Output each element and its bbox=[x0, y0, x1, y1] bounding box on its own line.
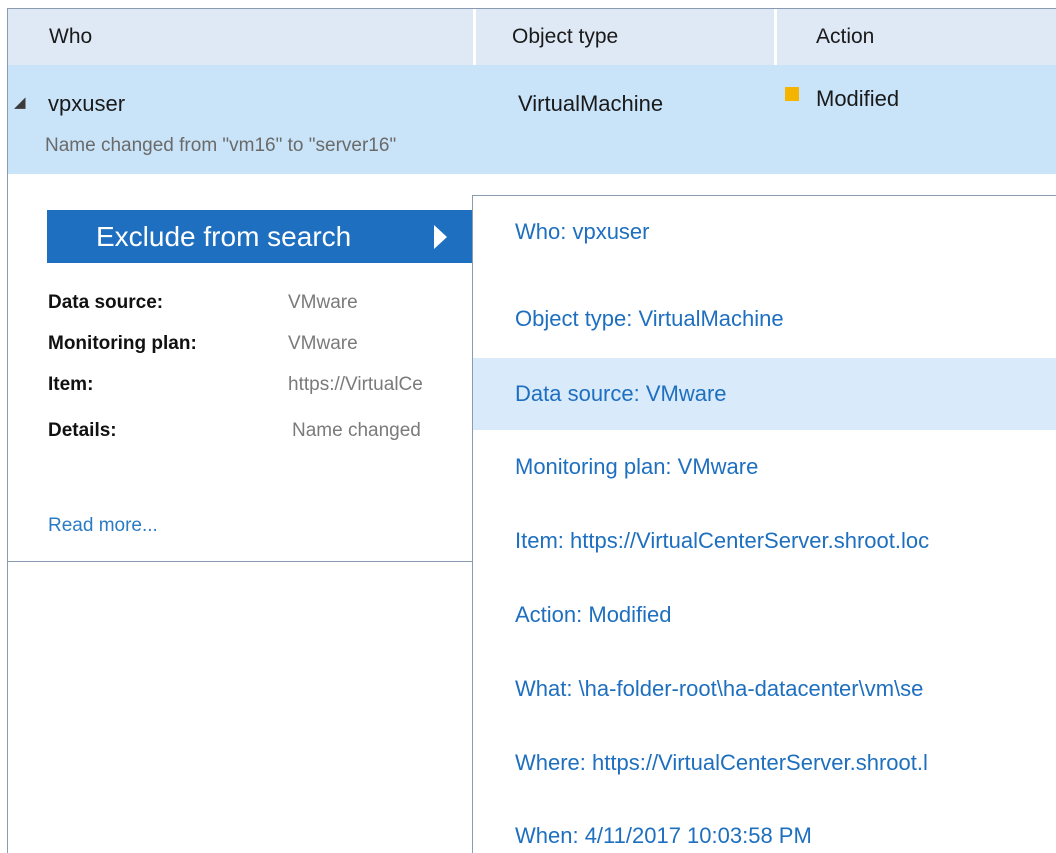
menu-item-when[interactable]: When: 4/11/2017 10:03:58 PM bbox=[473, 800, 1056, 853]
menu-item-data-source[interactable]: Data source: VMware bbox=[473, 358, 1056, 430]
row-detail-panel: Exclude from search Data source: VMware … bbox=[8, 174, 473, 562]
column-separator[interactable] bbox=[774, 9, 777, 65]
column-header-who[interactable]: Who bbox=[49, 9, 92, 65]
grid-header: Who Object type Action bbox=[8, 9, 1056, 66]
column-separator[interactable] bbox=[473, 9, 476, 65]
field-value: VMware bbox=[288, 292, 358, 313]
column-header-object-type[interactable]: Object type bbox=[512, 9, 618, 65]
menu-item-who[interactable]: Who: vpxuser bbox=[473, 196, 1056, 268]
field-value: https://VirtualCe bbox=[288, 374, 423, 395]
row-description: Name changed from "vm16" to "server16" bbox=[45, 135, 397, 156]
field-value: VMware bbox=[288, 333, 358, 354]
field-label: Monitoring plan: bbox=[48, 333, 197, 354]
menu-item-item[interactable]: Item: https://VirtualCenterServer.shroot… bbox=[473, 505, 1056, 577]
exclude-from-search-button[interactable]: Exclude from search bbox=[47, 210, 473, 263]
field-label: Details: bbox=[48, 420, 117, 441]
menu-item-what[interactable]: What: \ha-folder-root\ha-datacenter\vm\s… bbox=[473, 653, 1056, 725]
field-label: Item: bbox=[48, 374, 94, 395]
row-action: Modified bbox=[816, 86, 900, 111]
submenu-arrow-icon bbox=[434, 225, 447, 249]
exclude-submenu: Who: vpxuser Object type: VirtualMachine… bbox=[472, 195, 1056, 853]
table-row-selected[interactable]: ◢ vpxuser VirtualMachine Modified Name c… bbox=[8, 65, 1056, 174]
collapse-triangle-icon[interactable]: ◢ bbox=[14, 93, 26, 111]
exclude-from-search-label: Exclude from search bbox=[96, 221, 352, 252]
row-who: vpxuser bbox=[48, 91, 126, 116]
modified-status-icon bbox=[785, 87, 799, 101]
field-label: Data source: bbox=[48, 292, 164, 313]
row-object-type: VirtualMachine bbox=[518, 91, 664, 116]
menu-item-object-type[interactable]: Object type: VirtualMachine bbox=[473, 283, 1056, 355]
field-value: Name changed bbox=[292, 420, 421, 441]
audit-grid: Who Object type Action ◢ vpxuser Virtual… bbox=[7, 8, 1056, 853]
menu-item-where[interactable]: Where: https://VirtualCenterServer.shroo… bbox=[473, 727, 1056, 799]
column-header-action[interactable]: Action bbox=[816, 9, 874, 65]
read-more-link[interactable]: Read more... bbox=[48, 515, 158, 537]
menu-item-monitoring-plan[interactable]: Monitoring plan: VMware bbox=[473, 431, 1056, 503]
menu-item-action[interactable]: Action: Modified bbox=[473, 579, 1056, 651]
